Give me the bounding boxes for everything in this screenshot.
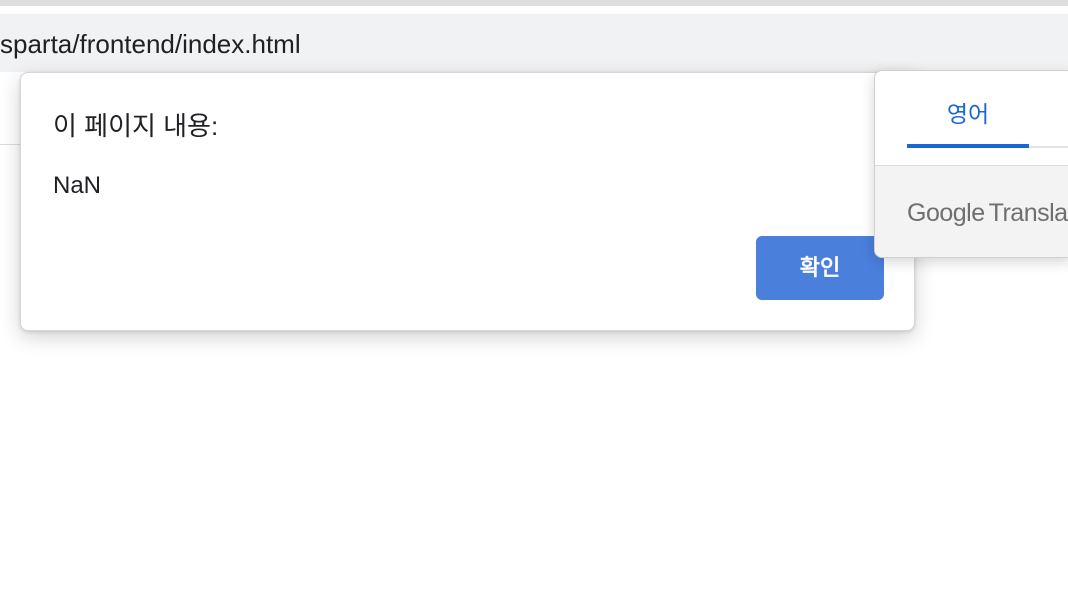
- ok-button[interactable]: 확인: [756, 236, 884, 300]
- address-url-text: sparta/frontend/index.html: [0, 29, 301, 59]
- tab-english[interactable]: 영어: [907, 99, 1029, 129]
- tab-active-indicator: [907, 144, 1029, 148]
- address-bar[interactable]: sparta/frontend/index.html: [0, 14, 1068, 72]
- brand-google-text: Google: [907, 199, 985, 227]
- translate-footer: Google Translat: [875, 165, 1068, 257]
- google-translate-logo: Google Translat: [907, 198, 1068, 228]
- dialog-message: NaN: [53, 172, 102, 199]
- translate-popup: 영어 Google Translat: [874, 70, 1068, 258]
- brand-translate-text: Translat: [988, 199, 1068, 227]
- alert-dialog: 이 페이지 내용: NaN 확인: [20, 72, 915, 331]
- dialog-title: 이 페이지 내용:: [53, 111, 219, 141]
